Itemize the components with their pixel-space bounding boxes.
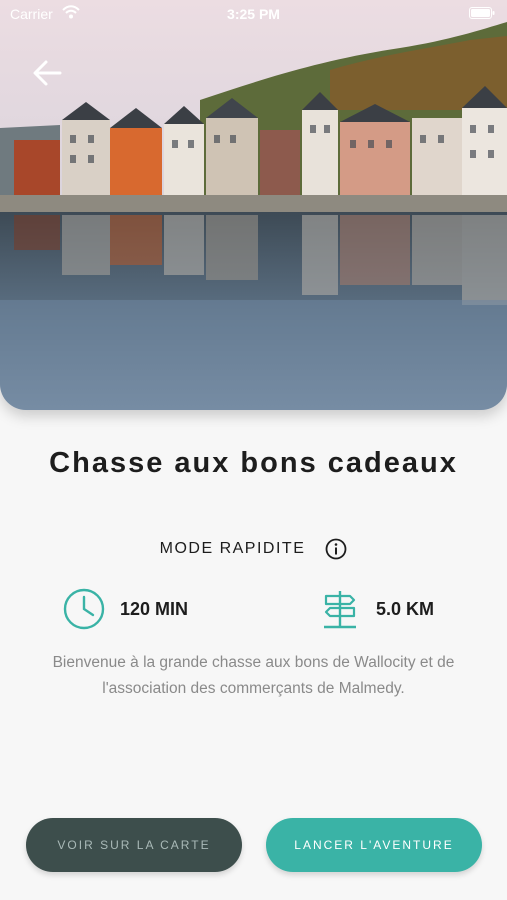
clock-icon [63,588,105,630]
duration-value: 120 MIN [120,598,189,619]
view-map-button[interactable]: VOIR SUR LA CARTE [26,818,242,872]
town-riverside-photo [0,0,507,410]
info-icon[interactable] [325,538,347,560]
hero-image [0,0,507,410]
mode-row: MODE RAPIDITE [0,536,507,562]
duration-stat: 120 MIN [62,586,188,632]
status-bar: Carrier 3:25 PM [0,0,507,30]
description-text: Bienvenue à la grande chasse aux bons de… [52,654,455,697]
battery-icon [469,7,495,19]
back-button[interactable] [30,58,66,88]
arrow-left-icon [33,60,62,86]
signpost-icon [324,591,356,629]
status-time: 3:25 PM [227,6,280,22]
page-title: Chasse aux bons cadeaux [49,447,458,479]
mode-label: MODE RAPIDITE [159,540,306,557]
start-adventure-button[interactable]: LANCER L'AVENTURE [266,818,482,872]
distance-value: 5.0 KM [376,598,435,619]
distance-stat: 5.0 KM [318,586,434,632]
